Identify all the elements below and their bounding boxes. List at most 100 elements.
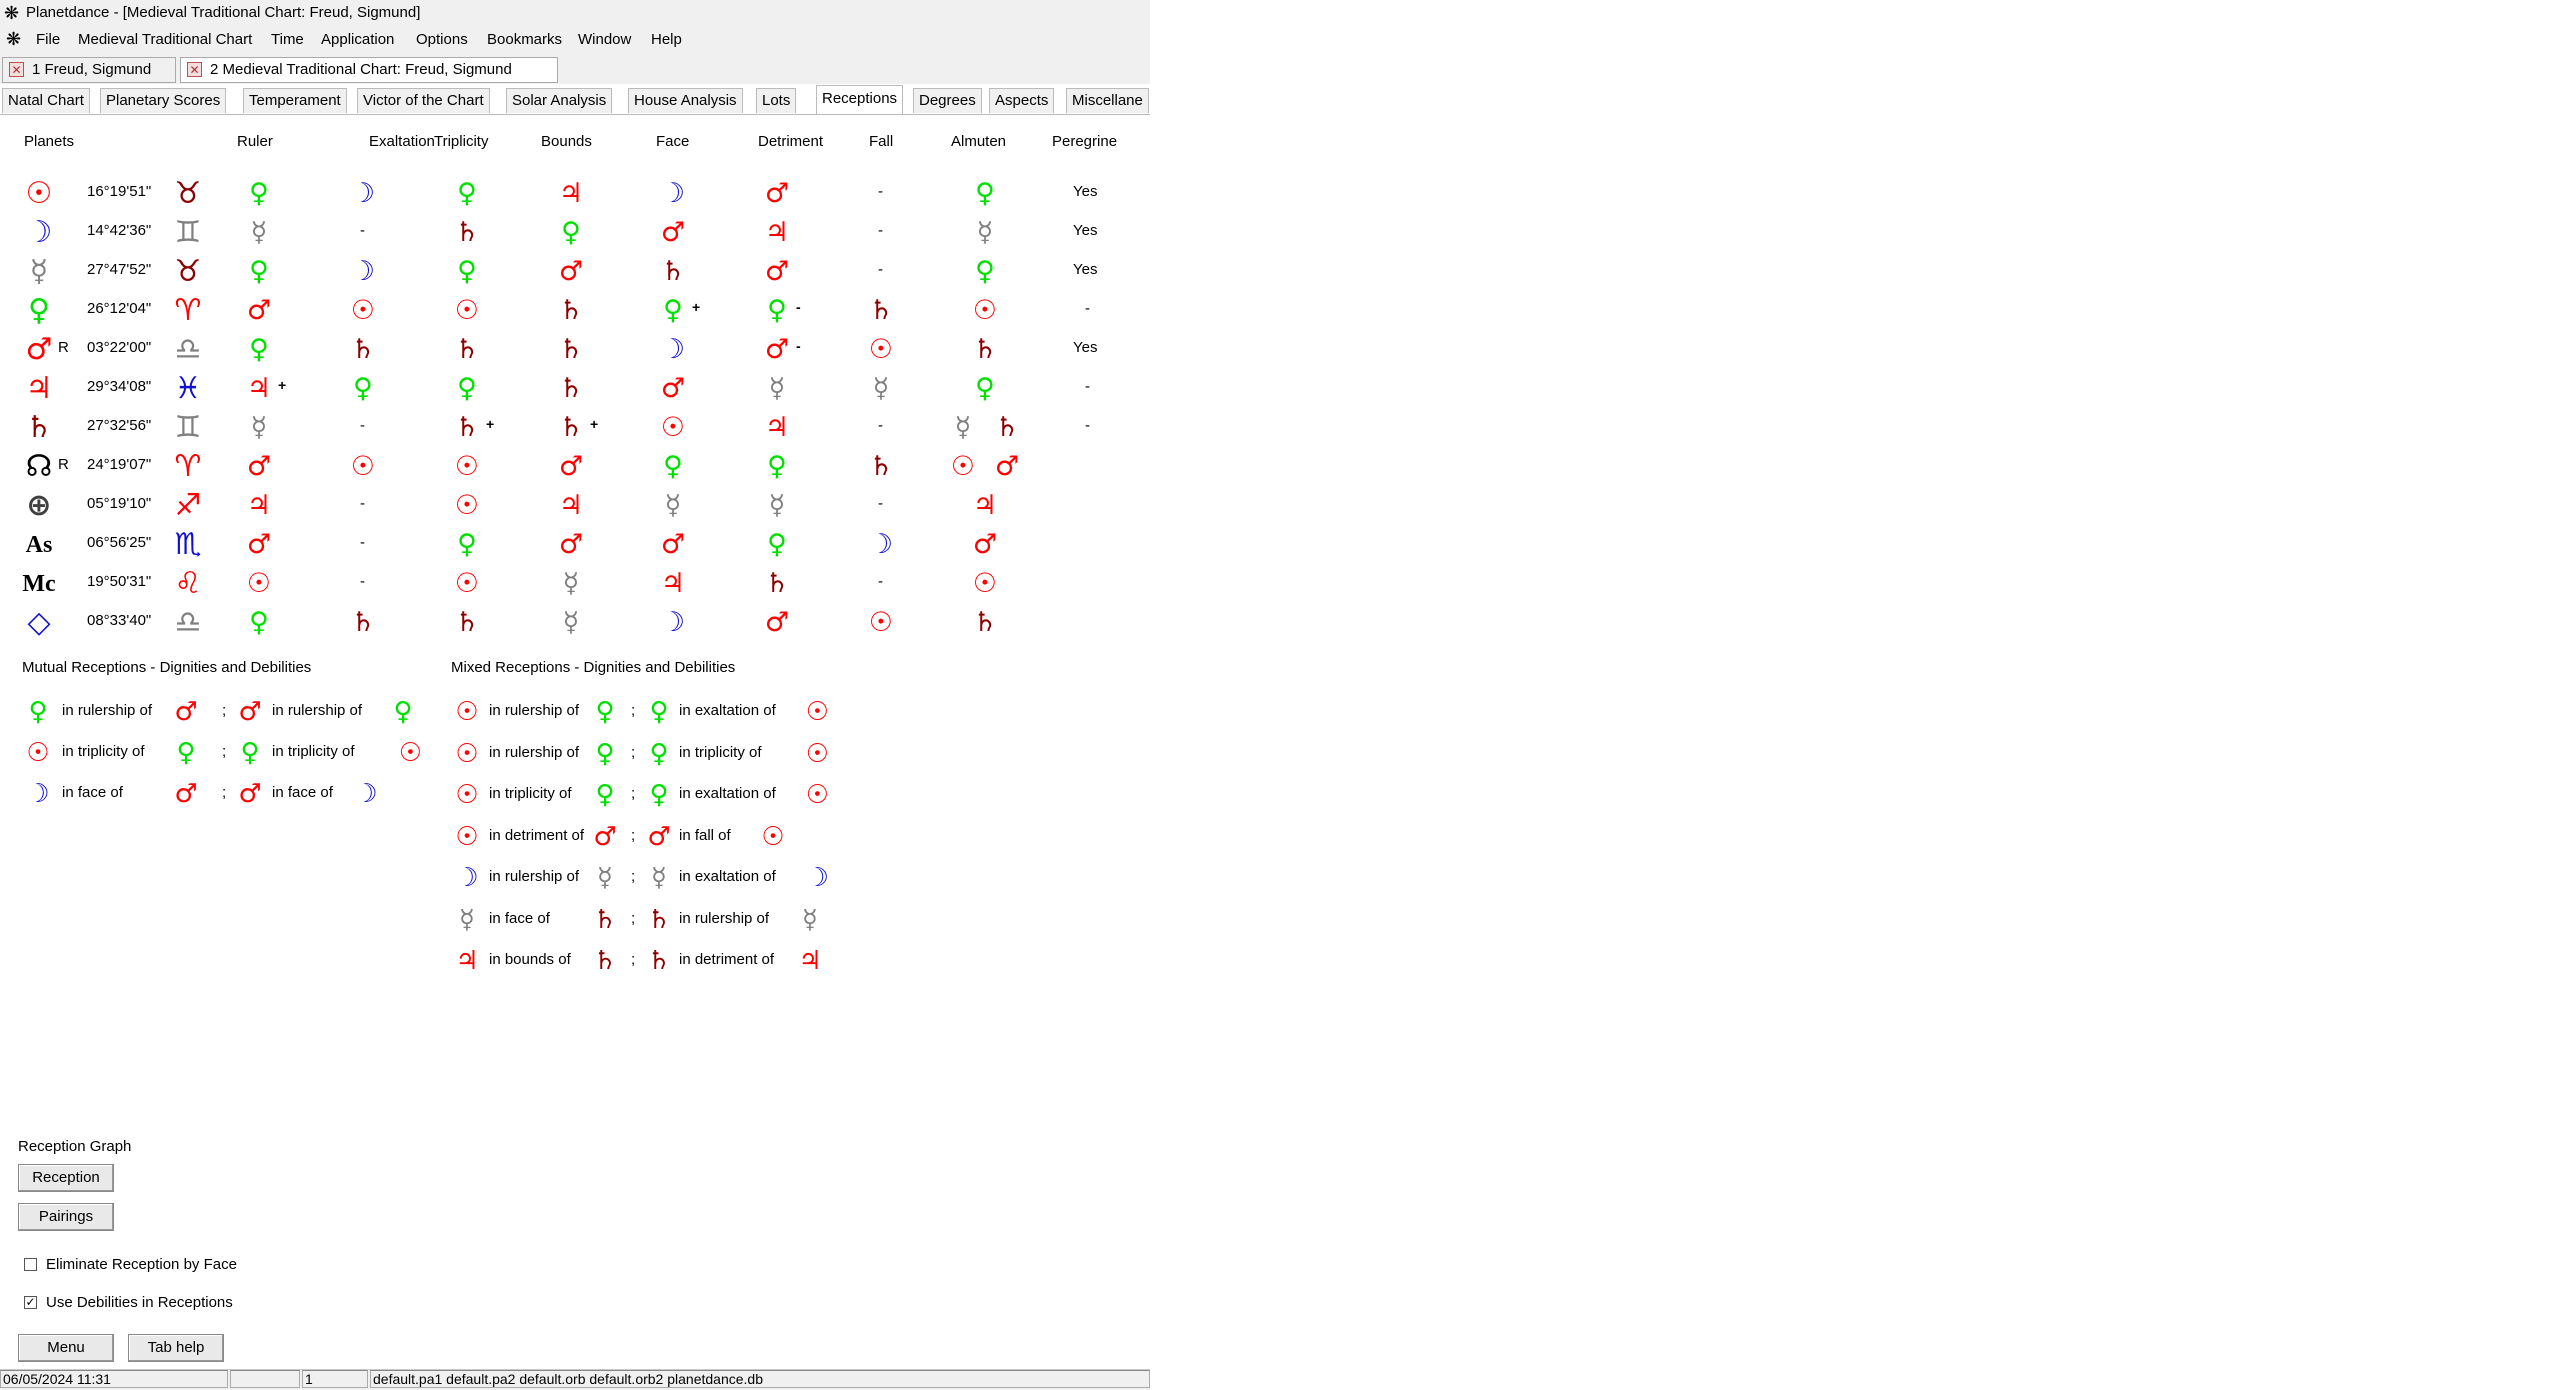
use-debilities-checkbox[interactable]: ✓ [24,1296,37,1309]
separator: ; [631,951,636,968]
separator: ; [222,784,227,801]
tab-planetary-scores[interactable]: Planetary Scores [100,88,227,113]
eliminate-reception-by-face-checkbox[interactable] [24,1258,37,1271]
peregrine-value: - [1085,378,1090,395]
sun-icon: ☉ [350,451,376,482]
moon-icon: ☽ [26,779,50,809]
mercury-icon: ☿ [768,490,786,521]
venus-icon: ♀ [649,780,669,810]
mc-icon: Mc [22,571,56,597]
menu-window[interactable]: Window [578,26,631,54]
close-icon[interactable]: ✕ [187,62,202,77]
menu-help[interactable]: Help [651,26,682,54]
system-menu-icon[interactable]: ❋ [6,30,21,48]
tab-aspects[interactable]: Aspects [989,88,1055,113]
venus-icon: ♀ [767,451,787,482]
separator: ; [222,702,227,719]
peregrine-value: - [1085,417,1090,434]
tab-help-button[interactable]: Tab help [128,1334,224,1362]
title-bar: ❋ Planetdance - [Medieval Traditional Ch… [0,0,1150,26]
tab-solar-analysis[interactable]: Solar Analysis [506,88,613,113]
jupiter-icon: ♃ [660,568,686,599]
saturn-icon: ♄ [454,412,480,443]
tab-temperament[interactable]: Temperament [243,88,347,113]
mercury-icon: ☿ [250,217,268,248]
peregrine-value: - [1085,300,1090,317]
reception-text: in face of [489,909,550,927]
saturn-icon: ♄ [660,256,686,287]
menu-application[interactable]: Application [321,26,394,54]
window-title: Planetdance - [Medieval Traditional Char… [26,4,421,21]
mercury-icon: ☿ [651,863,667,893]
saturn-icon: ♄ [994,412,1020,443]
tab-lots[interactable]: Lots [756,88,797,113]
tab-degrees[interactable]: Degrees [913,88,982,113]
column-header-detriment: Detriment [758,133,824,150]
libra-icon: ♎ [174,605,202,640]
tab-natal-chart[interactable]: Natal Chart [2,88,90,113]
node-icon: ☊ [25,449,53,484]
reception-graph-title: Reception Graph [18,1138,132,1155]
degree-value: 27°47'52" [87,261,152,278]
tab-victor-of-the-chart[interactable]: Victor of the Chart [357,88,490,113]
separator: ; [631,785,636,802]
moon-icon: ☽ [455,863,479,893]
doc-tab-1[interactable]: ✕ 1 Freud, Sigmund [2,57,176,83]
column-header-face: Face [656,133,690,150]
menu-bookmarks[interactable]: Bookmarks [487,26,562,54]
menu-file[interactable]: File [36,26,60,54]
menu-time[interactable]: Time [271,26,304,54]
saturn-icon: ♄ [764,568,790,599]
reception-button[interactable]: Reception [18,1164,114,1192]
fall-dash: - [878,495,883,512]
jupiter-icon: ♃ [764,412,790,443]
mercury-icon: ☿ [802,904,818,935]
venus-icon: ♀ [975,178,995,209]
ruler-modifier: + [278,377,287,393]
sun-icon: ☉ [805,738,830,769]
reception-text: in detriment of [679,951,775,968]
sagittarius-icon: ♐ [174,488,202,523]
pairings-button[interactable]: Pairings [18,1203,114,1231]
fall-dash: - [878,222,883,239]
reception-text: in face of [272,784,333,801]
venus-icon: ♀ [457,373,477,404]
saturn-icon: ♄ [350,607,376,638]
sun-icon: ☉ [454,568,480,599]
tab-house-analysis[interactable]: House Analysis [628,88,743,113]
saturn-icon: ♄ [593,904,617,935]
mixed-title: Mixed Receptions - Dignities and Debilit… [451,659,736,676]
reception-text: in detriment of [489,826,585,844]
mars-icon: ♂ [647,821,671,852]
close-icon[interactable]: ✕ [9,62,24,77]
mercury-icon: ☿ [597,863,613,893]
mars-icon: ♂ [238,779,262,809]
mars-icon: ♂ [238,697,262,727]
tab-miscellaneous[interactable]: Miscellane [1066,88,1149,113]
taurus-icon: ♉ [174,254,202,289]
aries-icon: ♈ [174,449,202,484]
menu-button[interactable]: Menu [18,1334,114,1362]
menu-medieval-traditional-chart[interactable]: Medieval Traditional Chart [78,26,252,54]
reception-line: ☽ in face of ♂; ♂ in face of ☽ [22,779,442,809]
tab-receptions[interactable]: Receptions [816,85,904,114]
status-blank [230,1370,300,1388]
doc-tab-2[interactable]: ✕ 2 Medieval Traditional Chart: Freud, Si… [180,57,558,83]
venus-icon: ♀ [595,697,615,727]
sun-icon: ☉ [455,738,479,769]
reception-line: ☉ in triplicity of ♀; ♀ in triplicity of ☉ [22,738,442,768]
venus-icon: ♀ [595,780,615,810]
moon-icon: ☽ [805,863,830,893]
diamond-icon: ◇ [27,605,51,640]
sun-icon: ☉ [398,738,423,768]
mars-icon: ♂ [660,529,686,560]
reception-line: ☿ in face of ♄; ♄ in rulership of ☿ [451,905,871,935]
saturn-icon: ♄ [454,334,480,365]
reception-text: in triplicity of [679,743,762,761]
sun-icon: ☉ [805,697,830,727]
reception-line: ☽ in rulership of ☿; ☿ in exaltation of ☽ [451,863,871,893]
venus-icon: ♀ [649,738,669,769]
mars-icon: ♂ [660,217,686,248]
menu-options[interactable]: Options [416,26,468,54]
mars-icon: ♂ [558,529,584,560]
